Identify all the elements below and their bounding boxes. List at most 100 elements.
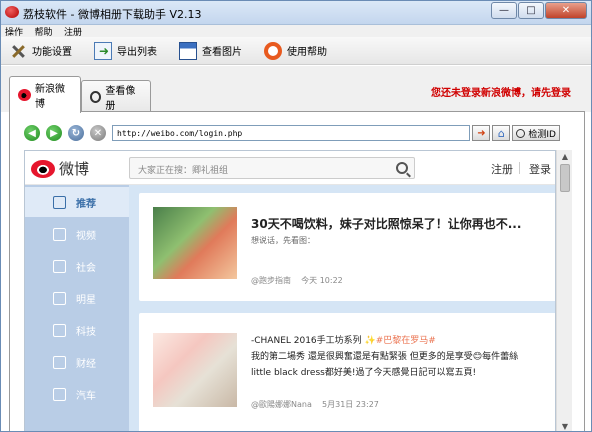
post-author-line: @跑步指南 今天 10:22 <box>251 275 343 286</box>
go-button[interactable]: ➜ <box>472 125 491 141</box>
post-text-line: little black dress都好美!過了今天感覺日記可以寫五頁! <box>251 368 477 378</box>
sidebar-item-video[interactable]: 视频 <box>25 219 129 249</box>
sidebar-item-auto[interactable]: 汽车 <box>25 379 129 409</box>
scroll-up-arrow-icon[interactable]: ▲ <box>557 150 573 164</box>
weibo-search-input[interactable]: 大家正在搜：卿礼祖组 <box>129 157 415 179</box>
address-bar: ◀ ▶ ↻ ✕ ➜ ⌂ 检测ID <box>10 120 584 146</box>
tab-view-album[interactable]: 查看像册 <box>81 80 151 112</box>
weibo-sidebar: 推荐 视频 社会 明星 科技 财经 汽车 <box>25 185 129 431</box>
weibo-login-link[interactable]: 登录 <box>529 161 551 177</box>
view-images-button[interactable]: 查看图片 <box>179 39 242 63</box>
header-divider <box>519 162 520 174</box>
app-window: 荔枝软件 - 微博相册下载助手 V2.13 — □ ✕ 操作 帮助 注册 功能设… <box>0 0 592 432</box>
home-icon <box>53 195 66 209</box>
sidebar-item-label: 推荐 <box>76 198 96 210</box>
tab-view-album-label: 查看像册 <box>105 85 136 112</box>
close-button[interactable]: ✕ <box>545 2 587 19</box>
post-author-line: @歐陽娜娜Nana 5月31日 23:27 <box>251 399 379 410</box>
settings-button[interactable]: 功能设置 <box>9 39 72 63</box>
weibo-register-link[interactable]: 注册 <box>491 161 513 177</box>
finance-icon <box>53 355 66 369</box>
tab-strip: 新浪微博 查看像册 您还未登录新浪微博，请先登录 <box>1 66 591 113</box>
sidebar-item-society[interactable]: 社会 <box>25 251 129 281</box>
url-input[interactable] <box>112 125 470 141</box>
forward-button[interactable]: ▶ <box>46 125 62 141</box>
export-list-icon <box>94 41 112 60</box>
settings-tools-icon <box>9 42 27 60</box>
sidebar-item-recommend[interactable]: 推荐 <box>25 187 129 217</box>
feed-card[interactable]: -CHANEL 2016手工坊系列 ✨#巴黎在罗马# 我的第二場秀 還是很興奮還… <box>139 313 555 431</box>
scroll-thumb[interactable] <box>560 164 570 192</box>
sidebar-item-stars[interactable]: 明星 <box>25 283 129 313</box>
back-button[interactable]: ◀ <box>24 125 40 141</box>
home-icon: ⌂ <box>497 126 505 140</box>
vertical-scrollbar[interactable]: ▲ ▼ <box>556 150 573 431</box>
stop-button[interactable]: ✕ <box>90 125 106 141</box>
tab-sina-weibo[interactable]: 新浪微博 <box>9 76 81 113</box>
embedded-webpage: 微博 大家正在搜：卿礼祖组 注册 登录 推荐 视频 社会 明星 科技 财经 汽车… <box>24 150 556 431</box>
magnifier-icon <box>90 90 102 103</box>
arrow-left-icon: ◀ <box>28 127 36 139</box>
maximize-button[interactable]: □ <box>518 2 544 19</box>
export-list-button[interactable]: 导出列表 <box>94 39 157 63</box>
feed-card[interactable]: 30天不喝饮料，妹子对比照惊呆了！让你再也不... 想说话，先看图： @跑步指南… <box>139 193 555 301</box>
login-notice: 您还未登录新浪微博，请先登录 <box>431 88 571 99</box>
go-arrow-icon: ➜ <box>477 127 486 139</box>
window-title: 荔枝软件 - 微博相册下载助手 V2.13 <box>23 8 202 21</box>
app-logo-icon <box>5 6 19 18</box>
search-icon[interactable] <box>396 162 408 174</box>
tab-sina-weibo-label: 新浪微博 <box>34 84 65 110</box>
address-tools: ➜ ⌂ 检测ID <box>470 125 560 141</box>
post-time: 5月31日 23:27 <box>322 400 379 409</box>
globe-icon <box>53 259 66 273</box>
detect-id-label: 检测ID <box>528 129 556 140</box>
title-bar: 荔枝软件 - 微博相册下载助手 V2.13 — □ ✕ <box>1 1 591 25</box>
weibo-eye-icon <box>31 159 55 178</box>
post-text-line: -CHANEL 2016手工坊系列 ✨#巴黎在罗马# <box>251 333 436 346</box>
post-meta: 想说话，先看图： <box>251 236 315 245</box>
weibo-logo-text: 微博 <box>59 160 90 178</box>
post-author[interactable]: @跑步指南 <box>251 276 291 285</box>
post-text-prefix: -CHANEL 2016手工坊系列 <box>251 336 362 346</box>
sidebar-item-label: 视频 <box>76 230 96 242</box>
home-button[interactable]: ⌂ <box>492 125 511 141</box>
sidebar-item-finance[interactable]: 财经 <box>25 347 129 377</box>
minimize-button[interactable]: — <box>491 2 517 19</box>
car-icon <box>53 387 66 401</box>
sidebar-item-tech[interactable]: 科技 <box>25 315 129 345</box>
sidebar-item-label: 科技 <box>76 326 96 338</box>
weibo-logo[interactable]: 微博 <box>31 158 89 179</box>
post-hashtag[interactable]: ✨#巴黎在罗马# <box>365 336 436 346</box>
tab-content: ◀ ▶ ↻ ✕ ➜ ⌂ 检测ID 微博 大家正在搜：卿礼祖组 <box>9 111 585 431</box>
weibo-icon <box>18 89 31 101</box>
scroll-down-arrow-icon[interactable]: ▼ <box>557 420 573 431</box>
weibo-feed: 30天不喝饮料，妹子对比照惊呆了！让你再也不... 想说话，先看图： @跑步指南… <box>139 193 555 431</box>
stop-icon: ✕ <box>93 127 103 139</box>
detect-id-button[interactable]: 检测ID <box>512 125 560 141</box>
sidebar-item-label: 社会 <box>76 262 96 274</box>
help-button[interactable]: 使用帮助 <box>264 39 327 63</box>
view-images-label: 查看图片 <box>202 47 242 58</box>
weibo-header: 微博 大家正在搜：卿礼祖组 注册 登录 <box>25 151 555 185</box>
post-thumbnail[interactable] <box>153 207 237 279</box>
arrow-right-icon: ▶ <box>50 127 58 139</box>
sidebar-item-label: 汽车 <box>76 390 96 402</box>
post-text-line: 我的第二場秀 還是很興奮還是有點緊張 但更多的是享受😊每件蕾絲 <box>251 352 519 362</box>
atom-icon <box>53 323 66 337</box>
menu-bar: 操作 帮助 注册 <box>1 25 591 38</box>
view-images-icon <box>179 41 197 60</box>
toolbar: 功能设置 导出列表 查看图片 使用帮助 <box>1 37 591 65</box>
help-lifebuoy-icon <box>264 41 282 60</box>
sidebar-item-label: 财经 <box>76 358 96 370</box>
help-label: 使用帮助 <box>287 47 327 58</box>
refresh-button[interactable]: ↻ <box>68 125 84 141</box>
export-list-label: 导出列表 <box>117 47 157 58</box>
post-author[interactable]: @歐陽娜娜Nana <box>251 400 312 409</box>
post-thumbnail[interactable] <box>153 333 237 407</box>
star-icon <box>53 291 66 305</box>
post-time: 今天 10:22 <box>301 276 343 285</box>
post-title[interactable]: 30天不喝饮料，妹子对比照惊呆了！让你再也不... <box>251 215 521 232</box>
settings-label: 功能设置 <box>32 47 72 58</box>
video-camera-icon <box>53 227 66 241</box>
detect-magnifier-icon <box>516 128 526 138</box>
